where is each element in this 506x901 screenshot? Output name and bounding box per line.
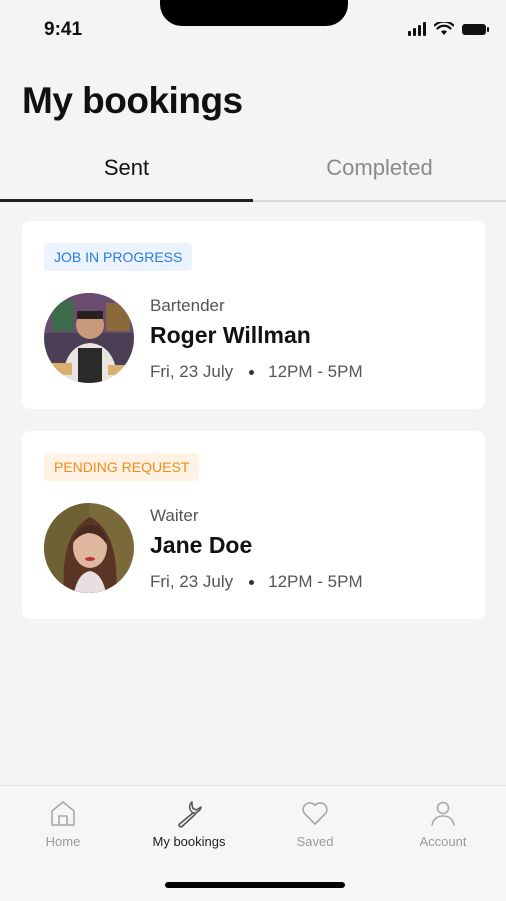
avatar — [44, 503, 134, 593]
booking-person-name: Jane Doe — [150, 532, 253, 558]
avatar — [44, 293, 134, 383]
booking-card[interactable]: PENDING REQUEST Waiter Jane Doe Fri, 23 … — [22, 431, 485, 619]
wrench-icon — [178, 801, 202, 828]
booking-schedule: Fri, 23 July 12PM - 5PM — [150, 572, 363, 592]
nav-item-account[interactable]: Account — [380, 798, 506, 868]
home-icon — [51, 801, 75, 826]
separator-dot — [249, 579, 255, 585]
home-indicator — [165, 882, 345, 888]
status-bar: 9:41 — [0, 0, 506, 60]
nav-label-my-bookings: My bookings — [152, 834, 226, 849]
booking-date: Fri, 23 July — [150, 572, 234, 591]
tab-sent[interactable]: Sent — [0, 150, 253, 198]
status-time: 9:41 — [44, 19, 83, 40]
user-icon — [431, 801, 455, 826]
active-tab-indicator — [0, 199, 253, 202]
heart-icon — [302, 802, 328, 825]
booking-date: Fri, 23 July — [150, 362, 234, 381]
nav-item-saved[interactable]: Saved — [252, 798, 378, 868]
nav-item-my-bookings[interactable]: My bookings — [126, 798, 252, 868]
status-badge: JOB IN PROGRESS — [44, 243, 193, 271]
booking-role: Bartender — [150, 296, 225, 315]
page-title: My bookings — [22, 80, 243, 121]
device-notch — [160, 0, 348, 26]
battery-icon — [462, 23, 489, 35]
booking-tabs: Sent Completed — [0, 150, 506, 202]
booking-person-name: Roger Willman — [150, 322, 311, 348]
booking-time: 12PM - 5PM — [268, 362, 363, 381]
status-icons — [408, 22, 489, 36]
nav-label-home: Home — [45, 834, 81, 849]
booking-card[interactable]: JOB IN PROGRESS Bartender Roger Willman … — [22, 221, 485, 409]
tab-completed[interactable]: Completed — [253, 150, 506, 198]
nav-item-home[interactable]: Home — [0, 798, 126, 868]
booking-schedule: Fri, 23 July 12PM - 5PM — [150, 362, 363, 382]
wifi-icon — [434, 22, 454, 35]
separator-dot — [249, 369, 255, 375]
status-badge: PENDING REQUEST — [44, 453, 200, 481]
booking-time: 12PM - 5PM — [268, 572, 363, 591]
nav-label-account: Account — [419, 834, 467, 849]
cellular-signal-icon — [408, 22, 426, 36]
booking-role: Waiter — [150, 506, 199, 525]
nav-label-saved: Saved — [296, 834, 334, 849]
